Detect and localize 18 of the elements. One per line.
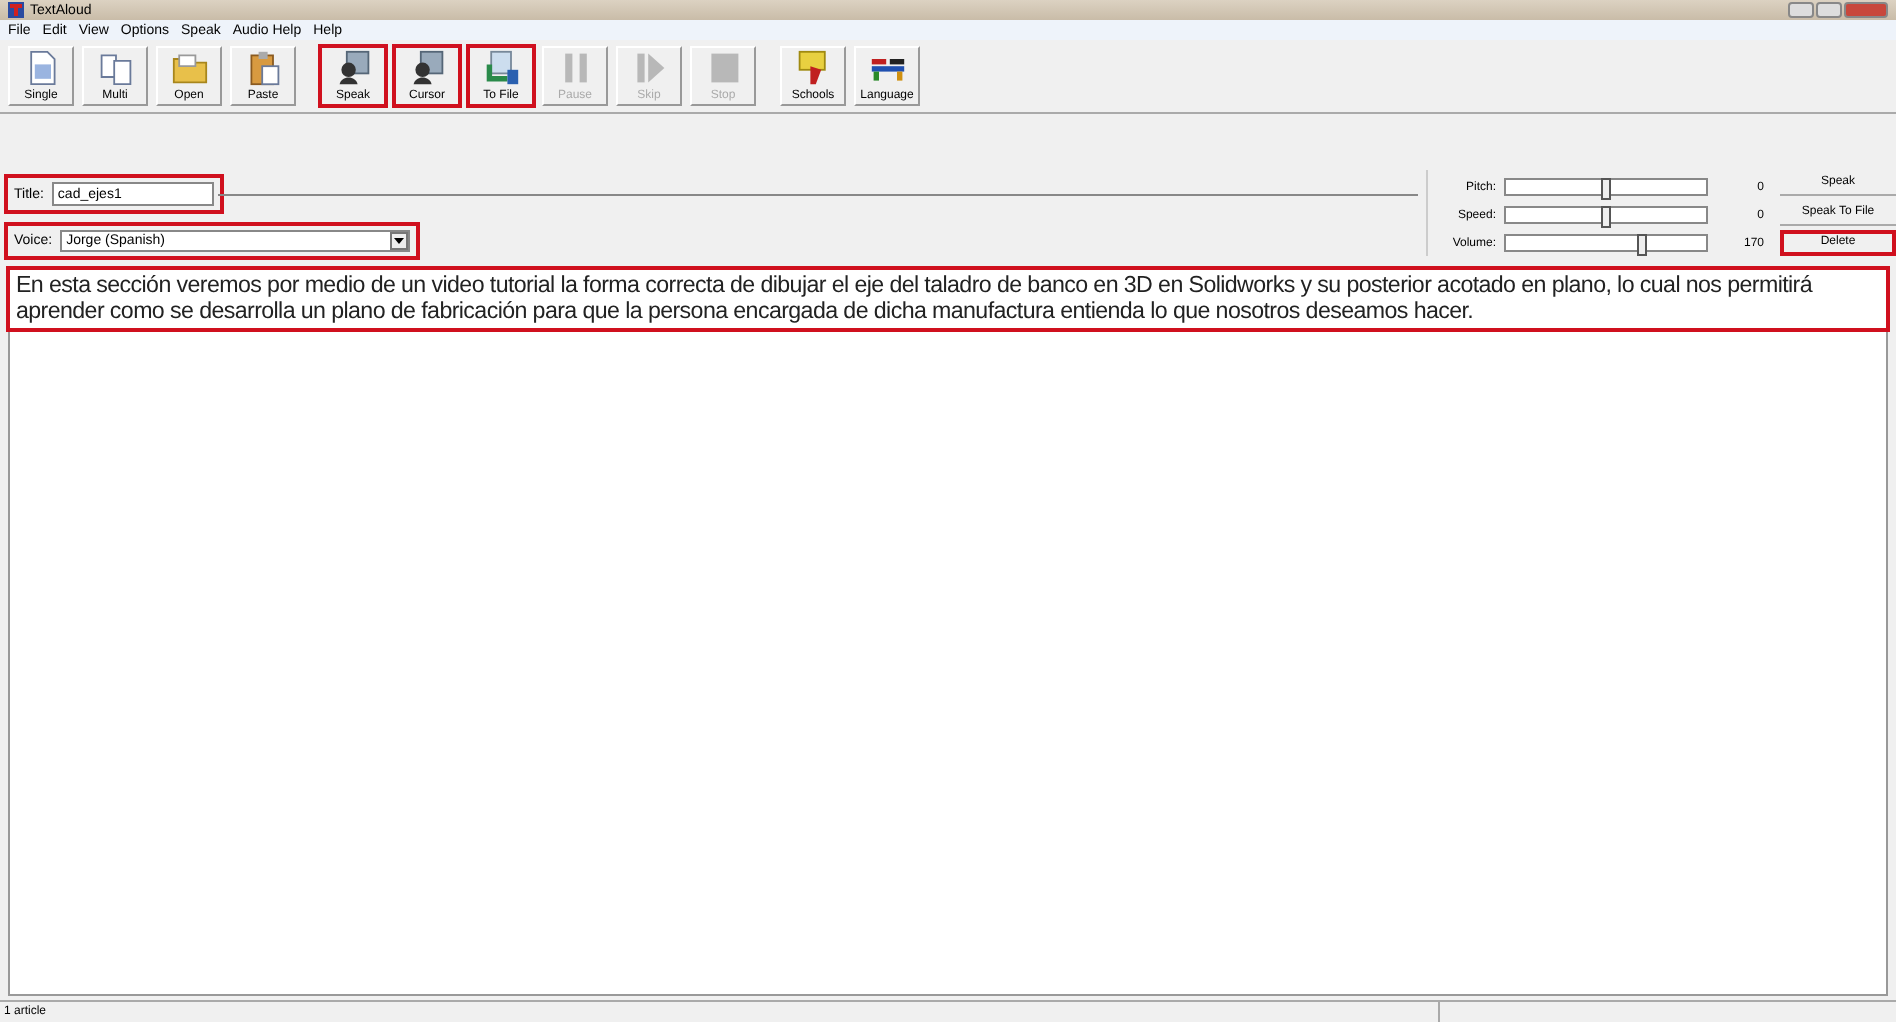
dropdown-arrow-icon[interactable] — [390, 232, 409, 250]
speaker-person-icon — [335, 50, 371, 86]
document-text: En esta sección veremos por medio de un video tutorial la forma correcta de dibujar el eje del taladro de banco en 3D en Solidworks y su posterior acotado en plano, lo cual nos permitirá aprender como se desarrolla un plano de fabricación para que la persona encargada de dicha manufactura entienda lo que nosotros deseamos hacer. — [10, 270, 1886, 328]
slider[interactable] — [1504, 178, 1708, 196]
slider[interactable] — [1504, 206, 1708, 224]
text-editor[interactable] — [8, 268, 1888, 996]
minimize-button[interactable] — [1788, 2, 1814, 18]
maximize-button[interactable] — [1816, 2, 1842, 18]
speaker-person-icon — [409, 50, 445, 86]
pages-icon — [97, 50, 133, 86]
app-logo-icon — [8, 2, 24, 18]
slider[interactable] — [1504, 234, 1708, 252]
clipboard-icon — [245, 50, 281, 86]
skip-icon — [631, 50, 667, 86]
file-arrow-icon — [483, 50, 519, 86]
school-icon — [795, 50, 831, 86]
stop-icon — [705, 50, 741, 86]
folder-icon — [171, 50, 207, 86]
